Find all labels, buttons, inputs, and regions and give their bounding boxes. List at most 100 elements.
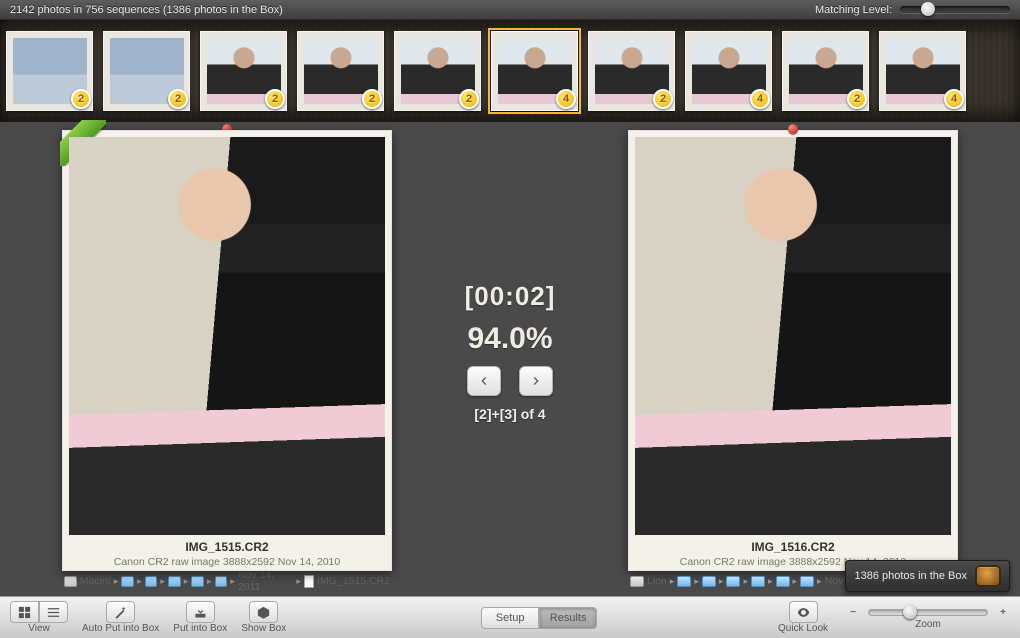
crumb-segment[interactable]: Lion xyxy=(647,575,667,587)
filmstrip-thumb[interactable]: 2 xyxy=(394,31,481,111)
folder-icon xyxy=(121,576,134,587)
sequence-count-badge: 4 xyxy=(556,89,576,109)
photo-summary-label: 2142 photos in 756 sequences (1386 photo… xyxy=(10,4,283,16)
right-pane: IMG_1516.CR2 Canon CR2 raw image 3888x25… xyxy=(566,122,1020,596)
quick-look-label: Quick Look xyxy=(778,623,828,634)
arrow-right-icon xyxy=(528,373,544,389)
folder-icon xyxy=(191,576,204,587)
sequence-count-badge: 2 xyxy=(265,89,285,109)
box-icon[interactable] xyxy=(975,565,1001,587)
box-count-tooltip[interactable]: 1386 photos in the Box xyxy=(845,560,1010,592)
left-photo-card[interactable]: IMG_1515.CR2 Canon CR2 raw image 3888x25… xyxy=(62,130,392,571)
sequence-count-badge: 2 xyxy=(71,89,91,109)
left-pane: IMG_1515.CR2 Canon CR2 raw image 3888x25… xyxy=(0,122,454,596)
sequence-count-badge: 2 xyxy=(168,89,188,109)
quick-look-group: Quick Look xyxy=(778,601,828,634)
setup-tab[interactable]: Setup xyxy=(481,607,539,629)
pin-icon xyxy=(788,124,798,134)
next-button[interactable] xyxy=(519,366,553,396)
folder-icon xyxy=(776,576,790,587)
sequence-count-badge: 4 xyxy=(750,89,770,109)
crumb-segment[interactable]: Macint xyxy=(80,575,111,587)
bottom-toolbar: View Auto Put into Box Put into Box Show… xyxy=(0,596,1020,638)
right-filename: IMG_1516.CR2 xyxy=(635,535,951,556)
filmstrip-thumb[interactable]: 4 xyxy=(685,31,772,111)
mode-segmented-control[interactable]: Setup Results xyxy=(481,607,597,629)
zoom-group: − + Zoom xyxy=(846,605,1010,630)
folder-icon xyxy=(677,576,691,587)
similarity-label: 94.0% xyxy=(467,322,552,356)
put-group: Put into Box xyxy=(173,601,227,634)
quick-look-button[interactable] xyxy=(789,601,818,623)
put-into-box-button[interactable] xyxy=(186,601,215,623)
crumb-segment[interactable]: IMG_1515.CR2 xyxy=(317,575,390,587)
filmstrip-thumb[interactable]: 2 xyxy=(588,31,675,111)
grid-icon xyxy=(17,605,32,620)
folder-icon xyxy=(751,576,765,587)
view-group: View xyxy=(10,601,68,634)
zoom-slider[interactable] xyxy=(868,609,988,616)
view-label: View xyxy=(28,623,50,634)
time-difference-label: [00:02] xyxy=(465,282,556,312)
sequence-count-badge: 2 xyxy=(653,89,673,109)
filmstrip-thumb[interactable]: 4 xyxy=(491,31,578,111)
zoom-thumb[interactable] xyxy=(903,605,917,619)
right-photo-card[interactable]: IMG_1516.CR2 Canon CR2 raw image 3888x25… xyxy=(628,130,958,571)
zoom-out-button[interactable]: − xyxy=(846,605,860,619)
document-icon xyxy=(304,575,314,588)
eye-icon xyxy=(796,605,811,620)
arrow-left-icon xyxy=(476,373,492,389)
left-filename: IMG_1515.CR2 xyxy=(69,535,385,556)
auto-put-into-box-button[interactable] xyxy=(106,601,135,623)
filmstrip-thumb[interactable]: 4 xyxy=(879,31,966,111)
auto-put-label: Auto Put into Box xyxy=(82,623,159,634)
matching-level-label: Matching Level: xyxy=(815,4,892,16)
view-list-button[interactable] xyxy=(39,601,68,623)
center-controls: [00:02] 94.0% [2]+[3] of 4 xyxy=(454,122,566,596)
sequence-count-badge: 4 xyxy=(944,89,964,109)
results-tab[interactable]: Results xyxy=(539,607,597,629)
position-label: [2]+[3] of 4 xyxy=(474,406,545,422)
zoom-label: Zoom xyxy=(915,619,941,630)
chevron-right-icon: ▸ xyxy=(670,576,675,587)
sequence-count-badge: 2 xyxy=(362,89,382,109)
disk-icon xyxy=(64,576,77,587)
filmstrip-thumb[interactable]: 2 xyxy=(297,31,384,111)
list-icon xyxy=(46,605,61,620)
thumbnail-strip[interactable]: 2 2 2 2 2 4 2 4 2 4 xyxy=(0,20,1020,122)
show-box-group: Show Box xyxy=(241,601,286,634)
left-metadata: Canon CR2 raw image 3888x2592 Nov 14, 20… xyxy=(69,556,385,568)
top-info-bar: 2142 photos in 756 sequences (1386 photo… xyxy=(0,0,1020,20)
zoom-in-button[interactable]: + xyxy=(996,605,1010,619)
folder-icon xyxy=(215,576,228,587)
left-photo[interactable] xyxy=(69,137,385,535)
filmstrip-thumb[interactable]: 2 xyxy=(103,31,190,111)
compare-area: IMG_1515.CR2 Canon CR2 raw image 3888x25… xyxy=(0,122,1020,596)
sequence-count-badge: 2 xyxy=(459,89,479,109)
filmstrip-thumb[interactable]: 2 xyxy=(200,31,287,111)
right-photo[interactable] xyxy=(635,137,951,535)
view-grid-button[interactable] xyxy=(10,601,39,623)
left-breadcrumb[interactable]: Macint▸ ▸ ▸ ▸ ▸ ▸ Nov 14, 2011▸ IMG_1515… xyxy=(62,571,392,591)
box-icon xyxy=(256,605,271,620)
folder-icon xyxy=(168,576,181,587)
folder-icon xyxy=(800,576,814,587)
folder-icon xyxy=(726,576,740,587)
put-label: Put into Box xyxy=(173,623,227,634)
sequence-count-badge: 2 xyxy=(847,89,867,109)
filmstrip-thumb[interactable]: 2 xyxy=(6,31,93,111)
matching-level-slider[interactable] xyxy=(900,6,1010,13)
chevron-right-icon: ▸ xyxy=(114,576,119,587)
show-box-button[interactable] xyxy=(249,601,278,623)
disk-icon xyxy=(630,576,644,587)
folder-icon xyxy=(702,576,716,587)
filmstrip-thumb[interactable]: 2 xyxy=(782,31,869,111)
magic-wand-icon xyxy=(113,605,128,620)
folder-icon xyxy=(145,576,158,587)
box-down-icon xyxy=(193,605,208,620)
show-box-label: Show Box xyxy=(241,623,286,634)
matching-level-thumb[interactable] xyxy=(921,2,935,16)
prev-button[interactable] xyxy=(467,366,501,396)
crumb-segment[interactable]: Nov 14, 2011 xyxy=(238,569,294,593)
box-count-label: 1386 photos in the Box xyxy=(854,570,967,582)
